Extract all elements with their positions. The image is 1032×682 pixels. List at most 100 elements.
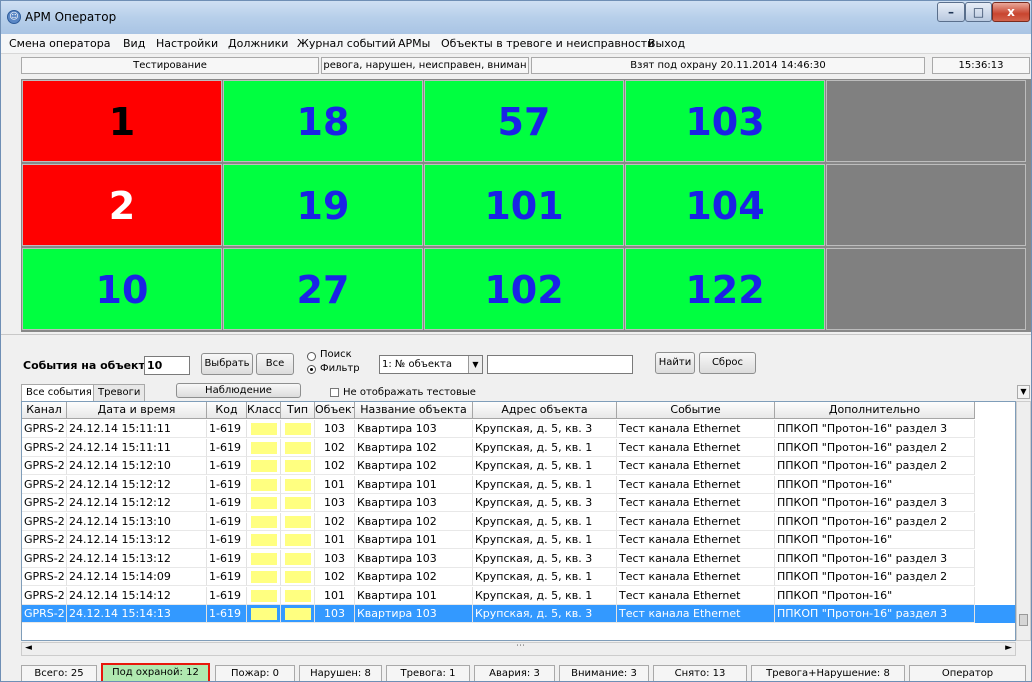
class-color-cell	[247, 549, 281, 568]
watch-button[interactable]: Наблюдение	[176, 383, 301, 398]
window-title: АРМ Оператор	[25, 10, 117, 24]
object-cell-27[interactable]: 27	[223, 248, 423, 330]
color-swatch	[285, 515, 311, 528]
table-row[interactable]: GPRS-2 24.12.14 15:14:13 1-619 103 Квартира …	[22, 605, 1015, 623]
clock-panel: 15:36:13	[932, 57, 1030, 74]
all-button[interactable]: Все	[256, 353, 294, 375]
table-cell: 101	[315, 475, 355, 494]
menu-settings[interactable]: Настройки	[156, 37, 218, 50]
table-row[interactable]: GPRS-2 24.12.14 15:12:12 1-619 101 Квартира …	[22, 475, 1015, 494]
object-cell-empty[interactable]	[826, 164, 1026, 246]
attention-count: Внимание: 3	[559, 665, 649, 681]
table-cell: GPRS-2	[22, 494, 67, 512]
column-header[interactable]: Событие	[617, 402, 775, 419]
scroll-left-icon[interactable]: ◄	[25, 643, 32, 653]
vertical-scrollbar[interactable]	[1016, 401, 1031, 641]
column-header[interactable]: Название объекта	[355, 402, 473, 419]
column-header[interactable]: Класс	[247, 402, 281, 419]
class-color-cell	[247, 438, 281, 457]
object-cell-2[interactable]: 2	[22, 164, 222, 246]
type-color-cell	[281, 605, 315, 623]
chevron-down-icon[interactable]: ▼	[468, 356, 482, 373]
object-cell-57[interactable]: 57	[424, 80, 624, 162]
maximize-button[interactable]: □	[965, 2, 992, 22]
table-row[interactable]: GPRS-2 24.12.14 15:13:12 1-619 101 Квартира …	[22, 531, 1015, 549]
table-row[interactable]: GPRS-2 24.12.14 15:11:11 1-619 102 Квартира …	[22, 438, 1015, 457]
removed-count: Снято: 13	[653, 665, 747, 681]
object-cell-103[interactable]: 103	[625, 80, 825, 162]
object-cell-102[interactable]: 102	[424, 248, 624, 330]
scroll-thumb[interactable]	[1019, 614, 1028, 626]
column-header[interactable]: Тип	[281, 402, 315, 419]
object-cell-18[interactable]: 18	[223, 80, 423, 162]
filter-radio[interactable]	[307, 365, 316, 374]
find-button[interactable]: Найти	[655, 352, 695, 374]
object-number-input[interactable]: 10	[144, 356, 190, 375]
table-cell: 101	[315, 531, 355, 549]
dropdown-arrow-icon[interactable]: ▼	[1017, 385, 1030, 399]
horizontal-scrollbar[interactable]: ◄ ⋯ ►	[21, 641, 1016, 656]
column-header[interactable]: Адрес объекта	[473, 402, 617, 419]
table-row[interactable]: GPRS-2 24.12.14 15:13:12 1-619 103 Квартира …	[22, 549, 1015, 568]
object-cell-101[interactable]: 101	[424, 164, 624, 246]
table-row[interactable]: GPRS-2 24.12.14 15:14:12 1-619 101 Квартира …	[22, 586, 1015, 605]
column-header[interactable]: Код	[207, 402, 247, 419]
splitter[interactable]	[1, 334, 1031, 342]
column-header[interactable]: Объект	[315, 402, 355, 419]
column-header[interactable]: Канал	[22, 402, 67, 419]
title-bar[interactable]: ☺ АРМ Оператор – □ x	[1, 1, 1031, 34]
column-header[interactable]: Дата и время	[67, 402, 207, 419]
object-cell-19[interactable]: 19	[223, 164, 423, 246]
menu-exit[interactable]: Выход	[648, 37, 685, 50]
search-radio[interactable]	[307, 352, 316, 361]
minimize-button[interactable]: –	[937, 2, 965, 22]
table-cell: GPRS-2	[22, 438, 67, 457]
object-cell-104[interactable]: 104	[625, 164, 825, 246]
table-row[interactable]: GPRS-2 24.12.14 15:12:10 1-619 102 Квартира …	[22, 457, 1015, 475]
fire-count: Пожар: 0	[215, 665, 295, 681]
accident-count: Авария: 3	[474, 665, 555, 681]
bottom-status-bar: Всего: 25 Под охраной: 12 Пожар: 0 Наруш…	[1, 663, 1031, 681]
close-button[interactable]: x	[992, 2, 1030, 22]
table-cell: GPRS-2	[22, 512, 67, 531]
menu-objects-in-alarm[interactable]: Объекты в тревоге и неисправности	[441, 37, 654, 50]
table-cell: 24.12.14 15:14:09	[67, 568, 207, 586]
table-cell: Квартира 101	[355, 475, 473, 494]
select-button[interactable]: Выбрать	[201, 353, 253, 375]
reset-button[interactable]: Сброс	[699, 352, 756, 374]
column-header[interactable]: Дополнительно	[775, 402, 975, 419]
object-cell-empty[interactable]	[826, 248, 1026, 330]
table-cell: Квартира 101	[355, 586, 473, 605]
scroll-right-icon[interactable]: ►	[1005, 643, 1012, 653]
color-swatch	[285, 497, 311, 509]
menu-arms[interactable]: АРМы	[398, 37, 430, 50]
object-cell-10[interactable]: 10	[22, 248, 222, 330]
type-color-cell	[281, 531, 315, 549]
object-cell-empty[interactable]	[826, 80, 1026, 162]
tab-alarms[interactable]: Тревоги	[93, 384, 146, 401]
tab-all-events[interactable]: Все события	[21, 384, 97, 401]
table-cell: Квартира 102	[355, 457, 473, 475]
object-cell-122[interactable]: 122	[625, 248, 825, 330]
class-color-cell	[247, 605, 281, 623]
table-row[interactable]: GPRS-2 24.12.14 15:11:11 1-619 103 Квартира …	[22, 420, 1015, 438]
object-cell-1[interactable]: 1	[22, 80, 222, 162]
table-cell: 24.12.14 15:13:10	[67, 512, 207, 531]
table-row[interactable]: GPRS-2 24.12.14 15:14:09 1-619 102 Квартира …	[22, 568, 1015, 586]
table-cell: ППКОП "Протон-16" раздел 2	[775, 438, 975, 457]
menu-change-operator[interactable]: Смена оператора	[9, 37, 110, 50]
total-count: Всего: 25	[21, 665, 97, 681]
color-swatch	[251, 460, 277, 472]
menu-debtors[interactable]: Должники	[228, 37, 288, 50]
menu-view[interactable]: Вид	[123, 37, 145, 50]
field-select[interactable]: 1: № объекта ▼	[379, 355, 483, 374]
table-cell: Тест канала Ethernet	[617, 475, 775, 494]
table-cell: Тест канала Ethernet	[617, 549, 775, 568]
hide-test-checkbox[interactable]	[330, 388, 339, 397]
table-cell: ППКОП "Протон-16" раздел 2	[775, 512, 975, 531]
table-row[interactable]: GPRS-2 24.12.14 15:13:10 1-619 102 Квартира …	[22, 512, 1015, 531]
search-text-input[interactable]	[487, 355, 633, 374]
table-row[interactable]: GPRS-2 24.12.14 15:12:12 1-619 103 Квартира …	[22, 494, 1015, 512]
menu-event-log[interactable]: Журнал событий	[297, 37, 396, 50]
table-cell: 24.12.14 15:14:13	[67, 605, 207, 623]
